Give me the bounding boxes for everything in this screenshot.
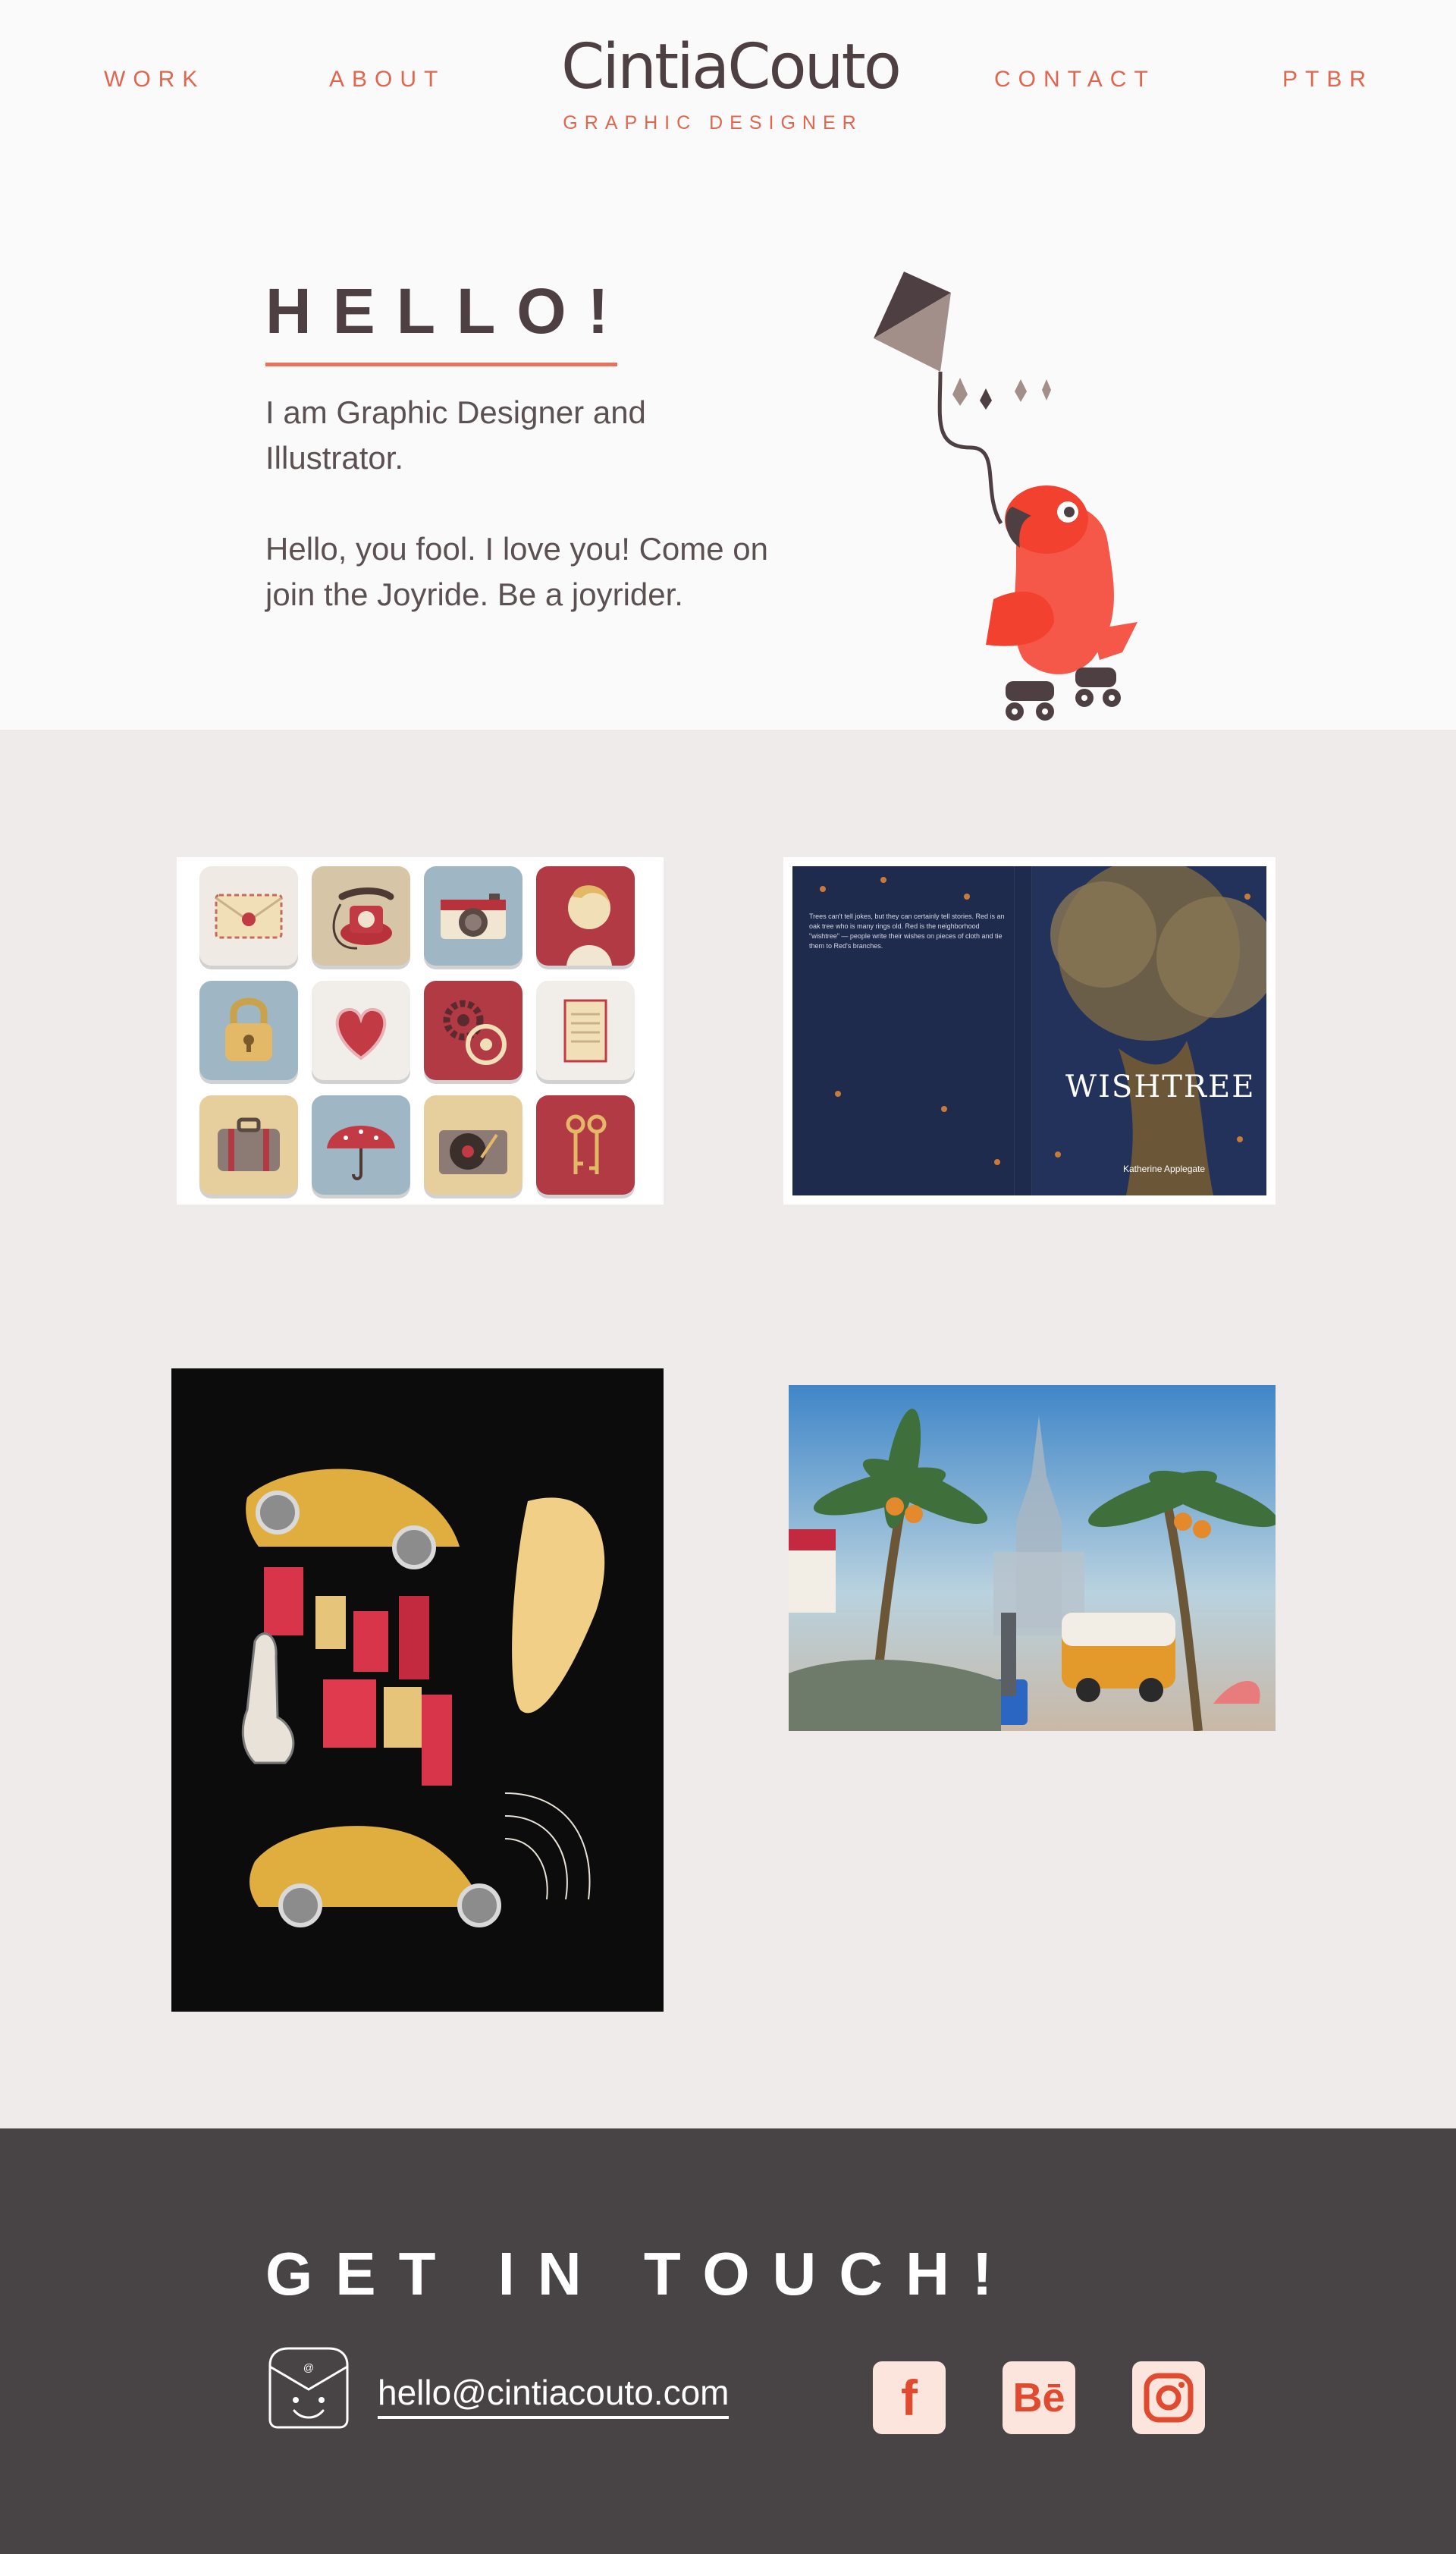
work-wishtree-book-cover-thumbnail[interactable]: Trees can't tell jokes, but they can cer…: [783, 857, 1276, 1205]
hero-title-underline: [265, 363, 617, 366]
envelope-icon: [199, 866, 298, 966]
hero-joyride-text: Hello, you fool. I love you! Come on joi…: [265, 531, 769, 612]
camera-icon: [424, 866, 522, 966]
behance-icon: Bē: [1012, 2375, 1065, 2420]
driver-wanted-poster-art: [171, 1368, 664, 2012]
gears-icon: [424, 981, 522, 1080]
logo-name: CintiaCouto: [561, 31, 902, 103]
keys-icon: [536, 1095, 635, 1195]
book-spine: [1014, 866, 1032, 1195]
facebook-link[interactable]: f: [873, 2361, 946, 2434]
facebook-icon: f: [901, 2370, 918, 2426]
behance-link[interactable]: Bē: [1003, 2361, 1075, 2434]
mail-envelope-smiley-icon: @: [268, 2347, 349, 2429]
site-header: WORK ABOUT CintiaCouto GRAPHIC DESIGNER …: [0, 0, 1456, 730]
suitcase-icon: [199, 1095, 298, 1195]
record-player-icon: [424, 1095, 522, 1195]
contact-title: GET IN TOUCH!: [265, 2240, 1015, 2307]
book-title: WISHTREE: [1065, 1070, 1256, 1104]
woman-portrait-icon: [536, 866, 635, 966]
umbrella-icon: [312, 1095, 410, 1195]
scroll-icon: [536, 981, 635, 1080]
instagram-link[interactable]: [1132, 2361, 1205, 2434]
book-author: Katherine Applegate: [1123, 1164, 1206, 1174]
hero-title: HELLO!: [265, 275, 630, 347]
work-vintage-icons-thumbnail[interactable]: [177, 857, 664, 1205]
work-driver-wanted-tshirt-thumbnail[interactable]: [171, 1368, 664, 2012]
telephone-icon: [312, 866, 410, 966]
email-link[interactable]: hello@cintiacouto.com: [378, 2372, 730, 2419]
svg-text:@: @: [303, 2361, 314, 2373]
padlock-icon: [199, 981, 298, 1080]
heart-icon: [312, 981, 410, 1080]
nav-ptbr-link[interactable]: PTBR: [1282, 67, 1373, 93]
book-cover: Trees can't tell jokes, but they can cer…: [792, 866, 1266, 1195]
work-florida-collage-thumbnail[interactable]: [789, 1385, 1276, 1731]
site-footer: [0, 2128, 1456, 2554]
parrot-kite-illustration: [874, 272, 1138, 721]
instagram-icon: [1144, 2373, 1194, 2423]
book-back-cover-text: Trees can't tell jokes, but they can cer…: [809, 913, 1005, 950]
nav-work-link[interactable]: WORK: [104, 67, 205, 93]
logo[interactable]: CintiaCouto GRAPHIC DESIGNER: [561, 31, 902, 134]
hero-intro-text: I am Graphic Designer and Illustrator.: [265, 394, 646, 476]
florida-collage-art: [789, 1385, 1276, 1731]
nav-about-link[interactable]: ABOUT: [329, 67, 445, 93]
nav-contact-link[interactable]: CONTACT: [994, 67, 1156, 93]
logo-subtitle: GRAPHIC DESIGNER: [563, 112, 863, 134]
